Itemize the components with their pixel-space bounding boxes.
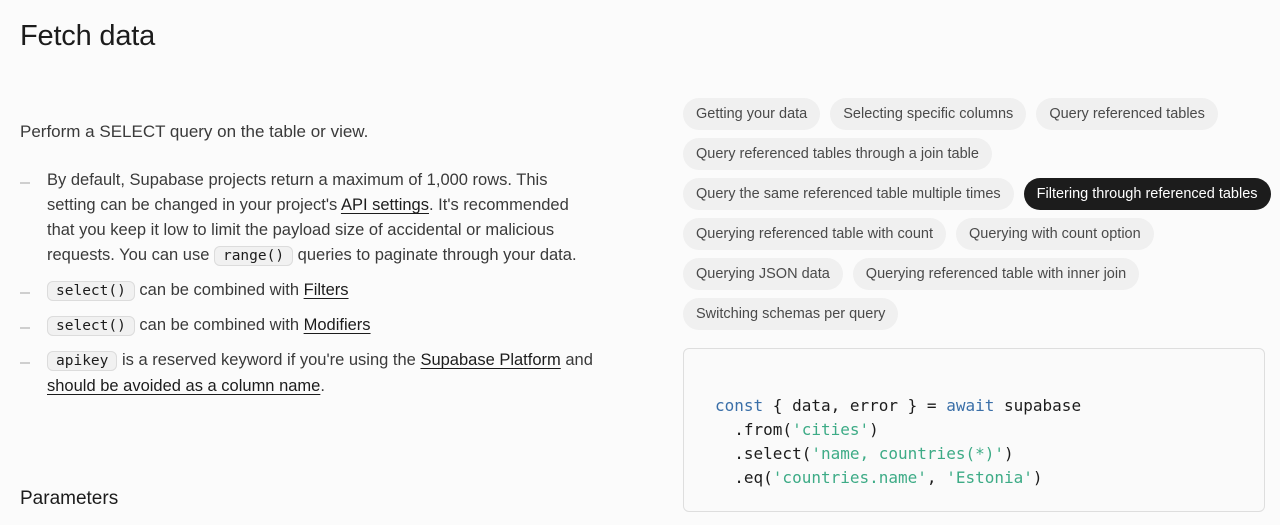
code-text: .from( bbox=[715, 420, 793, 439]
inline-code-select: select() bbox=[47, 281, 135, 301]
bullet-dash bbox=[20, 362, 30, 364]
notes-list: By default, Supabase projects return a m… bbox=[20, 168, 600, 408]
supabase-platform-link[interactable]: Supabase Platform bbox=[420, 351, 560, 369]
chip-query-same-referenced-table[interactable]: Query the same referenced table multiple… bbox=[683, 178, 1014, 210]
chip-filtering-through-referenced-tables[interactable]: Filtering through referenced tables bbox=[1023, 178, 1271, 210]
code-text: ) bbox=[869, 420, 879, 439]
intro-text: Perform a SELECT query on the table or v… bbox=[20, 122, 369, 141]
modifiers-link[interactable]: Modifiers bbox=[304, 316, 371, 334]
chip-querying-json-data[interactable]: Querying JSON data bbox=[683, 258, 843, 290]
column-name-link[interactable]: should be avoided as a column name bbox=[47, 377, 320, 395]
chip-query-referenced-tables[interactable]: Query referenced tables bbox=[1036, 98, 1218, 130]
note-item: select() can be combined with Modifiers bbox=[20, 313, 600, 339]
code-block: const { data, error } = await supabase .… bbox=[715, 394, 1081, 490]
api-settings-link[interactable]: API settings bbox=[341, 196, 429, 214]
code-keyword: await bbox=[946, 396, 995, 415]
chip-querying-count-option[interactable]: Querying with count option bbox=[955, 218, 1154, 250]
page-title: Fetch data bbox=[20, 20, 156, 52]
code-keyword: const bbox=[715, 396, 764, 415]
code-text: { data, error } = bbox=[763, 396, 947, 415]
chip-query-referenced-tables-join[interactable]: Query referenced tables through a join t… bbox=[683, 138, 992, 170]
code-string: 'countries.name' bbox=[772, 468, 927, 487]
note-text: can be combined with bbox=[134, 316, 304, 334]
bullet-dash bbox=[20, 327, 30, 329]
chip-querying-referenced-table-count[interactable]: Querying referenced table with count bbox=[683, 218, 946, 250]
note-item: select() can be combined with Filters bbox=[20, 278, 600, 304]
note-text: and bbox=[560, 351, 593, 369]
code-text: supabase bbox=[994, 396, 1082, 415]
code-string: 'name, countries(*)' bbox=[811, 444, 1004, 463]
filters-link[interactable]: Filters bbox=[304, 281, 349, 299]
example-chips: Getting your data Selecting specific col… bbox=[683, 98, 1273, 330]
bullet-dash bbox=[20, 292, 30, 294]
note-item: apikey is a reserved keyword if you're u… bbox=[20, 348, 600, 399]
chip-switching-schemas[interactable]: Switching schemas per query bbox=[683, 298, 899, 330]
note-text: queries to paginate through your data. bbox=[293, 246, 577, 264]
note-item: By default, Supabase projects return a m… bbox=[20, 168, 600, 269]
code-example-panel: const { data, error } = await supabase .… bbox=[683, 348, 1265, 512]
inline-code-range: range() bbox=[213, 246, 294, 266]
note-text: . bbox=[320, 377, 325, 395]
code-text: .eq( bbox=[715, 468, 773, 487]
chip-selecting-specific-columns[interactable]: Selecting specific columns bbox=[830, 98, 1027, 130]
code-string: 'cities' bbox=[792, 420, 870, 439]
note-text: is a reserved keyword if you're using th… bbox=[117, 351, 421, 369]
code-text: ) bbox=[1032, 468, 1043, 487]
note-text: can be combined with bbox=[134, 281, 304, 299]
parameters-heading: Parameters bbox=[20, 488, 119, 509]
inline-code-apikey: apikey bbox=[47, 351, 118, 371]
code-text: ) bbox=[1003, 444, 1014, 463]
inline-code-select: select() bbox=[47, 316, 135, 336]
code-text: , bbox=[926, 468, 947, 487]
code-string: 'Estonia' bbox=[946, 468, 1033, 487]
bullet-dash bbox=[20, 182, 30, 184]
chip-getting-your-data[interactable]: Getting your data bbox=[683, 98, 821, 130]
chip-querying-inner-join[interactable]: Querying referenced table with inner joi… bbox=[852, 258, 1140, 290]
code-text: .select( bbox=[715, 444, 812, 463]
